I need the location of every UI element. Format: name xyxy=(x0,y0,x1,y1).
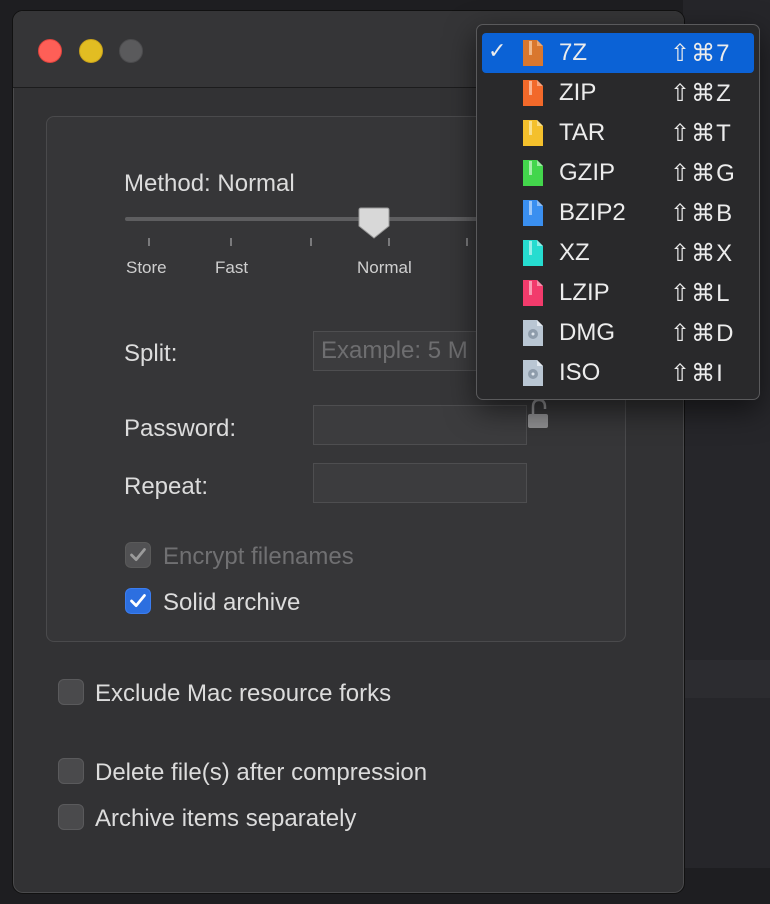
menu-item-shortcut: ⇧⌘X xyxy=(670,240,734,267)
archive-separately-checkbox[interactable] xyxy=(58,804,84,830)
menu-item-gzip[interactable]: GZIP ⇧⌘G xyxy=(482,153,754,193)
encrypt-filenames-checkbox[interactable] xyxy=(125,542,151,568)
zoom-button[interactable] xyxy=(119,39,143,63)
archive-file-icon xyxy=(523,80,543,106)
menu-item-shortcut: ⇧⌘7 xyxy=(670,40,731,67)
level-label-normal: Normal xyxy=(357,258,412,277)
slider-tick xyxy=(466,238,468,246)
lock-open-icon[interactable] xyxy=(527,398,551,432)
disk-image-icon xyxy=(523,320,543,346)
repeat-password-field[interactable] xyxy=(313,463,527,503)
menu-item-iso[interactable]: ISO ⇧⌘I xyxy=(482,353,754,393)
archive-file-icon xyxy=(523,40,543,66)
method-label: Method: Normal xyxy=(124,170,295,197)
archive-file-icon xyxy=(523,240,543,266)
slider-tick xyxy=(230,238,232,246)
password-label: Password: xyxy=(124,415,237,442)
menu-item-shortcut: ⇧⌘G xyxy=(670,160,736,187)
menu-item-shortcut: ⇧⌘I xyxy=(670,360,724,387)
menu-item-label: XZ xyxy=(559,239,590,266)
checkmark-icon xyxy=(130,594,146,607)
menu-item-shortcut: ⇧⌘D xyxy=(670,320,735,347)
split-label: Split: xyxy=(124,340,178,367)
menu-item-zip[interactable]: ZIP ⇧⌘Z xyxy=(482,73,754,113)
menu-item-label: ISO xyxy=(559,359,601,386)
archive-file-icon xyxy=(523,120,543,146)
minimize-button[interactable] xyxy=(79,39,103,63)
archive-file-icon xyxy=(523,200,543,226)
exclude-forks-label: Exclude Mac resource forks xyxy=(95,680,392,707)
slider-tick xyxy=(148,238,150,246)
menu-item-label: 7Z xyxy=(559,39,588,66)
close-button[interactable] xyxy=(38,39,62,63)
slider-tick xyxy=(310,238,312,246)
menu-item-tar[interactable]: TAR ⇧⌘T xyxy=(482,113,754,153)
menu-item-shortcut: ⇧⌘B xyxy=(670,200,734,227)
password-field[interactable] xyxy=(313,405,527,445)
split-placeholder: Example: 5 M xyxy=(321,337,468,364)
level-label-store: Store xyxy=(126,258,167,277)
menu-item-7z[interactable]: ✓ 7Z ⇧⌘7 xyxy=(482,33,754,73)
delete-after-label: Delete file(s) after compression xyxy=(95,759,428,786)
menu-item-shortcut: ⇧⌘Z xyxy=(670,80,732,107)
repeat-label: Repeat: xyxy=(124,473,209,500)
solid-archive-label: Solid archive xyxy=(163,589,301,616)
archive-file-icon xyxy=(523,280,543,306)
menu-item-label: TAR xyxy=(559,119,606,146)
format-popup-menu: ✓ 7Z ⇧⌘7 ZIP ⇧⌘Z TAR ⇧⌘T GZIP ⇧⌘G BZIP2 … xyxy=(476,24,760,400)
menu-item-shortcut: ⇧⌘L xyxy=(670,280,731,307)
menu-item-bzip2[interactable]: BZIP2 ⇧⌘B xyxy=(482,193,754,233)
delete-after-checkbox[interactable] xyxy=(58,758,84,784)
compression-slider-knob[interactable] xyxy=(358,206,390,240)
menu-item-label: BZIP2 xyxy=(559,199,626,226)
menu-item-lzip[interactable]: LZIP ⇧⌘L xyxy=(482,273,754,313)
encrypt-filenames-label: Encrypt filenames xyxy=(163,543,354,570)
archive-separately-label: Archive items separately xyxy=(95,805,357,832)
compression-slider-track[interactable] xyxy=(125,217,525,221)
solid-archive-checkbox[interactable] xyxy=(125,588,151,614)
checkmark-icon: ✓ xyxy=(488,38,507,63)
level-label-fast: Fast xyxy=(215,258,249,277)
menu-item-label: ZIP xyxy=(559,79,597,106)
menu-item-label: GZIP xyxy=(559,159,616,186)
split-size-field[interactable]: Example: 5 M xyxy=(313,331,493,371)
disk-image-icon xyxy=(523,360,543,386)
menu-item-dmg[interactable]: DMG ⇧⌘D xyxy=(482,313,754,353)
menu-item-label: LZIP xyxy=(559,279,610,306)
menu-item-label: DMG xyxy=(559,319,615,346)
archive-file-icon xyxy=(523,160,543,186)
menu-item-xz[interactable]: XZ ⇧⌘X xyxy=(482,233,754,273)
checkmark-icon xyxy=(130,548,146,561)
exclude-forks-checkbox[interactable] xyxy=(58,679,84,705)
menu-item-shortcut: ⇧⌘T xyxy=(670,120,732,147)
